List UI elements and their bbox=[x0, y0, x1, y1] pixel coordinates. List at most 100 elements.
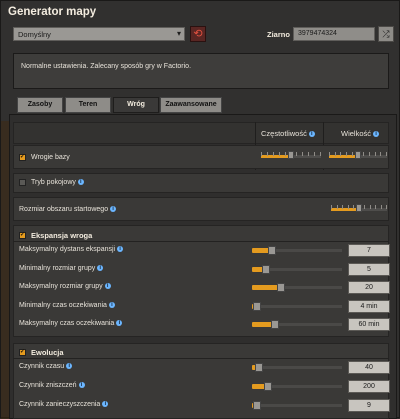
slider-tick bbox=[342, 205, 343, 209]
info-icon[interactable]: i bbox=[110, 206, 117, 213]
info-icon[interactable]: i bbox=[108, 301, 115, 308]
slider-handle[interactable] bbox=[264, 382, 273, 391]
peaceful-mode-checkbox[interactable] bbox=[19, 179, 26, 186]
slider-handle[interactable] bbox=[267, 246, 276, 255]
enemy-expansion-title: Ekspansja wroga bbox=[31, 231, 93, 240]
slider-tick bbox=[374, 152, 376, 156]
evolution-slider[interactable] bbox=[252, 382, 342, 391]
slider-handle[interactable] bbox=[255, 363, 264, 372]
seed-label: Ziarno bbox=[267, 30, 290, 39]
info-icon[interactable]: i bbox=[78, 382, 85, 389]
expansion-slider[interactable] bbox=[252, 246, 342, 255]
tab-label: Wróg bbox=[127, 101, 145, 108]
evolution-row-text: Czynnik zanieczyszczenia bbox=[19, 401, 101, 408]
info-icon[interactable]: i bbox=[373, 131, 380, 138]
window-title: Generator mapy bbox=[8, 6, 97, 18]
expansion-row-text: Maksymalny czas oczekiwania bbox=[19, 320, 115, 327]
column-header-row bbox=[13, 122, 389, 144]
preset-description: Normalne ustawienia. Zalecany sposób gry… bbox=[21, 63, 192, 70]
slider-handle[interactable] bbox=[355, 151, 361, 159]
evolution-value-field[interactable]: 200 bbox=[348, 380, 390, 393]
starting-area-label: Rozmiar obszaru startowego i bbox=[19, 206, 117, 213]
evolution-slider[interactable] bbox=[252, 363, 342, 372]
slider-tick bbox=[353, 205, 354, 209]
preset-dropdown[interactable]: Domyślny ▾ bbox=[13, 27, 185, 41]
tab-resources[interactable]: Zasoby bbox=[17, 97, 63, 113]
expansion-value-field[interactable]: 20 bbox=[348, 281, 390, 294]
slider-track bbox=[252, 366, 342, 369]
info-icon[interactable]: i bbox=[116, 320, 123, 327]
evolution-checkbox[interactable]: ✓ bbox=[19, 349, 26, 356]
slider-track bbox=[252, 404, 342, 407]
info-icon[interactable]: i bbox=[104, 283, 111, 290]
slider-handle[interactable] bbox=[271, 320, 280, 329]
evolution-row-label: Czynnik czasu i bbox=[19, 363, 73, 370]
shuffle-icon[interactable]: ⤮ bbox=[378, 26, 394, 42]
slider-handle[interactable] bbox=[253, 301, 262, 311]
slider-tick bbox=[346, 152, 348, 156]
slider-tick bbox=[272, 152, 274, 156]
checkmark-icon: ✓ bbox=[20, 349, 26, 355]
frequency-header-label: Częstotliwość bbox=[261, 129, 307, 138]
info-icon[interactable]: i bbox=[77, 179, 84, 186]
evolution-value-field[interactable]: 9 bbox=[348, 399, 390, 412]
slider-tick bbox=[278, 152, 280, 156]
expansion-slider[interactable] bbox=[252, 264, 342, 274]
tab-terrain[interactable]: Teren bbox=[65, 97, 111, 113]
reset-icon[interactable]: ⟲ bbox=[190, 26, 206, 42]
info-icon[interactable]: i bbox=[117, 246, 124, 253]
expansion-value-field[interactable]: 5 bbox=[348, 262, 390, 276]
map-generator-window: Generator mapy Domyślny ▾ ⟲ Ziarno 39794… bbox=[0, 0, 400, 419]
info-icon[interactable]: i bbox=[308, 131, 315, 138]
evolution-value-field[interactable]: 40 bbox=[348, 361, 390, 374]
tab-label: Teren bbox=[78, 101, 98, 108]
expansion-row-label: Maksymalny dystans ekspansji i bbox=[19, 246, 124, 253]
slider-fill bbox=[329, 155, 358, 158]
size-header-label: Wielkość bbox=[341, 129, 372, 138]
tab-label: Zasoby bbox=[27, 101, 53, 108]
background-strip bbox=[1, 121, 9, 419]
slider-tick bbox=[380, 152, 382, 156]
slider-tick bbox=[329, 152, 330, 156]
slider-handle[interactable] bbox=[262, 264, 271, 274]
expansion-value-field[interactable]: 7 bbox=[348, 244, 390, 257]
slider-tick bbox=[375, 205, 376, 209]
info-icon[interactable]: i bbox=[66, 363, 73, 370]
slider-handle[interactable] bbox=[252, 401, 261, 410]
slider-tick bbox=[368, 152, 370, 156]
expansion-row-label: Minimalny rozmiar grupy i bbox=[19, 264, 104, 272]
starting-area-slider[interactable] bbox=[331, 204, 387, 212]
expansion-value-field[interactable]: 60 min bbox=[348, 318, 390, 331]
slider-handle[interactable] bbox=[288, 151, 294, 159]
expansion-slider[interactable] bbox=[252, 283, 342, 292]
slider-tick bbox=[314, 152, 316, 156]
enemy-expansion-checkbox[interactable]: ✓ bbox=[19, 232, 26, 239]
seed-input[interactable]: 3979474324 bbox=[293, 27, 375, 41]
slider-tick bbox=[336, 205, 338, 209]
slider-handle[interactable] bbox=[276, 283, 285, 292]
evolution-row-text: Czynnik zniszczeń bbox=[19, 382, 77, 389]
info-icon[interactable]: i bbox=[102, 401, 109, 408]
enemy-bases-size-slider[interactable] bbox=[329, 151, 387, 159]
enemy-bases-checkbox[interactable]: ✓ bbox=[19, 154, 26, 161]
expansion-row-label: Minimalny czas oczekiwania i bbox=[19, 302, 115, 309]
slider-tick bbox=[284, 152, 286, 156]
peaceful-mode-text: Tryb pokojowy bbox=[31, 179, 76, 186]
expansion-slider[interactable] bbox=[252, 320, 342, 329]
expansion-value-field[interactable]: 4 min bbox=[348, 299, 390, 313]
evolution-row-label: Czynnik zanieczyszczenia i bbox=[19, 401, 109, 408]
chevron-down-icon: ▾ bbox=[176, 29, 181, 38]
info-icon[interactable]: i bbox=[97, 264, 104, 271]
expansion-row-label: Maksymalny czas oczekiwania i bbox=[19, 320, 123, 327]
tab-enemy[interactable]: Wróg bbox=[113, 97, 159, 113]
preset-description-box: Normalne ustawienia. Zalecany sposób gry… bbox=[13, 53, 389, 89]
slider-handle[interactable] bbox=[356, 204, 362, 212]
enemy-bases-frequency-slider[interactable] bbox=[261, 151, 321, 159]
evolution-slider[interactable] bbox=[252, 401, 342, 410]
expansion-slider[interactable] bbox=[252, 301, 342, 311]
slider-tick bbox=[363, 152, 365, 156]
slider-track bbox=[252, 304, 342, 308]
tab-advanced[interactable]: Zaawansowane bbox=[160, 97, 222, 113]
slider-tick bbox=[347, 205, 349, 209]
expansion-row-text: Maksymalny dystans ekspansji bbox=[19, 246, 116, 253]
